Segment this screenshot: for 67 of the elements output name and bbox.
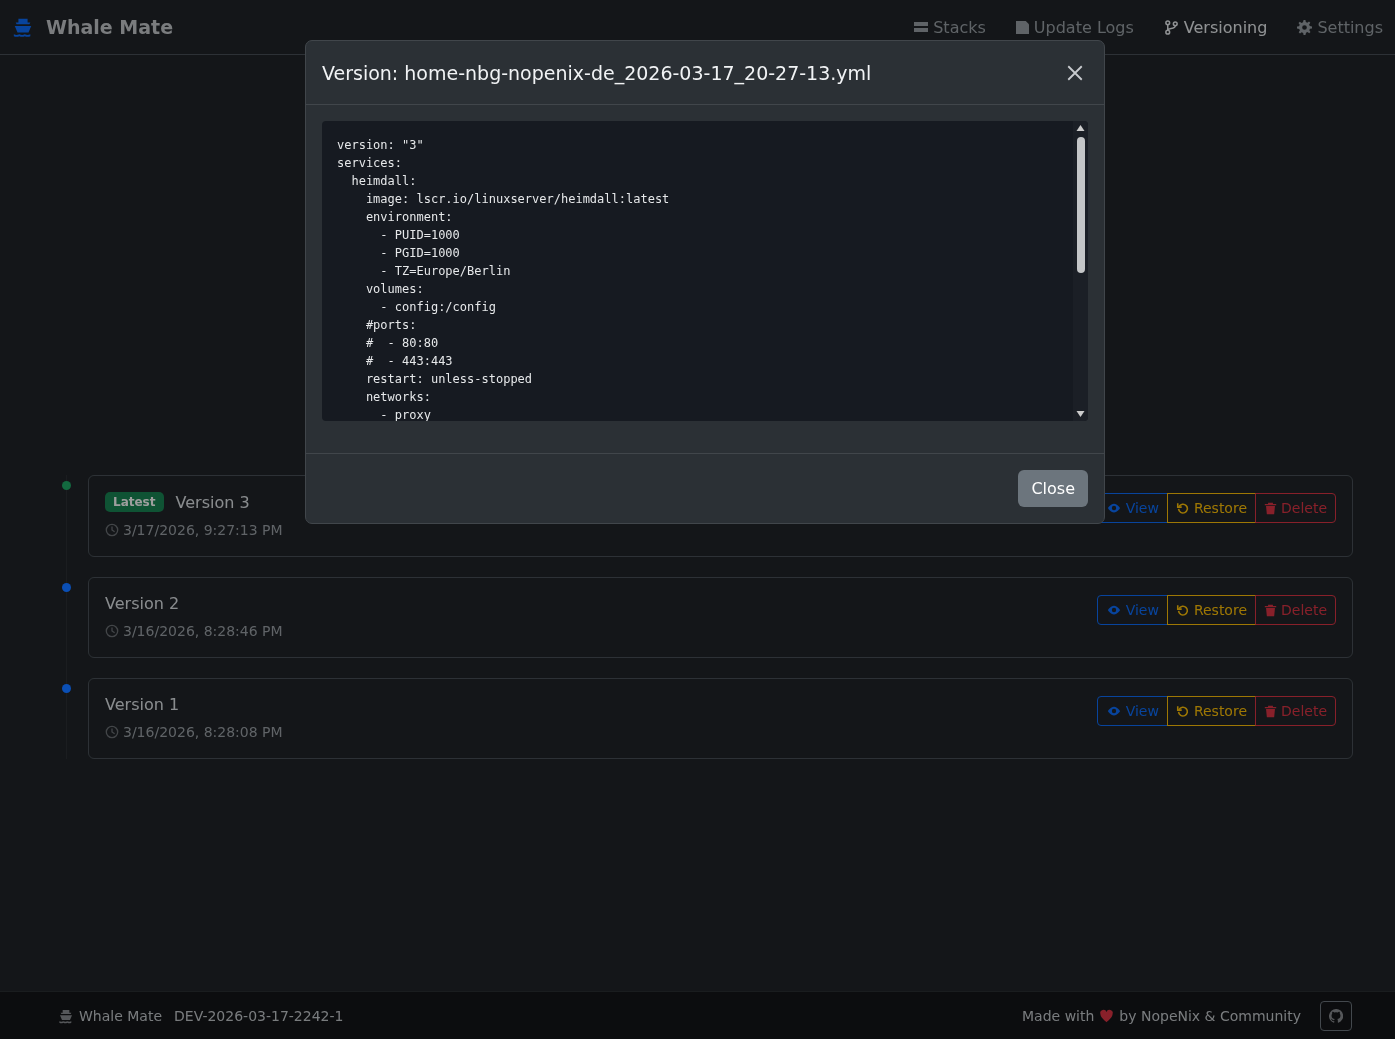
ship-icon: [58, 1007, 74, 1024]
code-line: image: lscr.io/linuxserver/heimdall:latest: [364, 191, 671, 208]
scroll-down-icon[interactable]: [1076, 411, 1085, 417]
trash-icon: [1264, 500, 1277, 516]
code-line: # - 443:443: [364, 353, 454, 370]
delete-button[interactable]: Delete: [1255, 493, 1336, 523]
code-line: environment:: [364, 209, 454, 226]
version-title: Version 1: [105, 695, 180, 714]
code-line: #ports:: [364, 317, 418, 334]
code-line: - config:/config: [379, 299, 497, 316]
made-with-text: Made with: [1022, 1007, 1095, 1024]
nav-link[interactable]: Settings: [1297, 17, 1383, 37]
code-line: - TZ=Europe/Berlin: [379, 263, 512, 280]
dialog-title: Version: home-nbg-nopenix-de_2026-03-17_20-27-13.yml: [322, 61, 872, 84]
ship-icon: [12, 16, 34, 38]
credits-text: by NopeNix & Community: [1119, 1007, 1301, 1024]
settings-icon: [1297, 19, 1313, 35]
scroll-up-icon[interactable]: [1076, 125, 1085, 131]
version-timestamp: 3/16/2026, 8:28:46 PM: [123, 623, 283, 639]
eye-icon: [1105, 704, 1122, 718]
view-button[interactable]: View: [1096, 595, 1168, 625]
github-button[interactable]: [1320, 1000, 1352, 1031]
undo-icon: [1175, 603, 1190, 617]
layers-icon: [914, 22, 929, 32]
view-button[interactable]: View: [1096, 696, 1168, 726]
latest-badge: Latest: [105, 492, 164, 512]
clock-icon: [105, 523, 119, 537]
code-line: # - 80:80: [364, 335, 440, 352]
code-line: restart: unless-stopped: [364, 371, 534, 388]
nav-link[interactable]: Versioning: [1163, 17, 1268, 37]
scrollbar[interactable]: [1073, 121, 1088, 421]
eye-icon: [1105, 501, 1122, 515]
version-title: Version 3: [175, 492, 250, 512]
build-version: DEV-2026-03-17-2242-1: [174, 1007, 344, 1024]
heart-icon: [1099, 1008, 1115, 1023]
trash-icon: [1264, 703, 1277, 719]
book-icon: [1015, 20, 1029, 34]
version-timestamp: 3/17/2026, 9:27:13 PM: [123, 522, 283, 538]
trash-icon: [1264, 602, 1277, 618]
restore-button[interactable]: Restore: [1166, 493, 1256, 523]
code-line: services:: [337, 155, 404, 172]
eye-icon: [1105, 603, 1122, 617]
github-icon: [1329, 1008, 1343, 1023]
version-timestamp: 3/16/2026, 8:28:08 PM: [123, 724, 283, 740]
delete-button[interactable]: Delete: [1255, 696, 1336, 726]
undo-icon: [1175, 704, 1190, 718]
app-title: Whale Mate: [46, 16, 174, 38]
code-line: heimdall:: [350, 173, 418, 190]
code-line: networks:: [364, 389, 432, 406]
code-line: - proxy: [379, 407, 432, 421]
code-line: - PUID=1000: [379, 227, 461, 244]
restore-button[interactable]: Restore: [1166, 696, 1256, 726]
nav-link[interactable]: Update Logs: [1015, 17, 1134, 37]
restore-button[interactable]: Restore: [1166, 595, 1256, 625]
code-line: version: "3": [337, 137, 425, 154]
version-title: Version 2: [105, 594, 180, 613]
scroll-thumb[interactable]: [1076, 137, 1085, 273]
code-line: - PGID=1000: [379, 245, 461, 262]
delete-button[interactable]: Delete: [1255, 595, 1336, 625]
clock-icon: [105, 624, 119, 638]
clock-icon: [105, 725, 119, 739]
undo-icon: [1175, 501, 1190, 515]
nav-link[interactable]: Stacks: [914, 17, 986, 37]
close-button[interactable]: Close: [1018, 470, 1088, 507]
code-line: volumes:: [364, 281, 425, 298]
footer-app-name: Whale Mate: [79, 1007, 162, 1024]
branch-icon: [1163, 19, 1179, 35]
